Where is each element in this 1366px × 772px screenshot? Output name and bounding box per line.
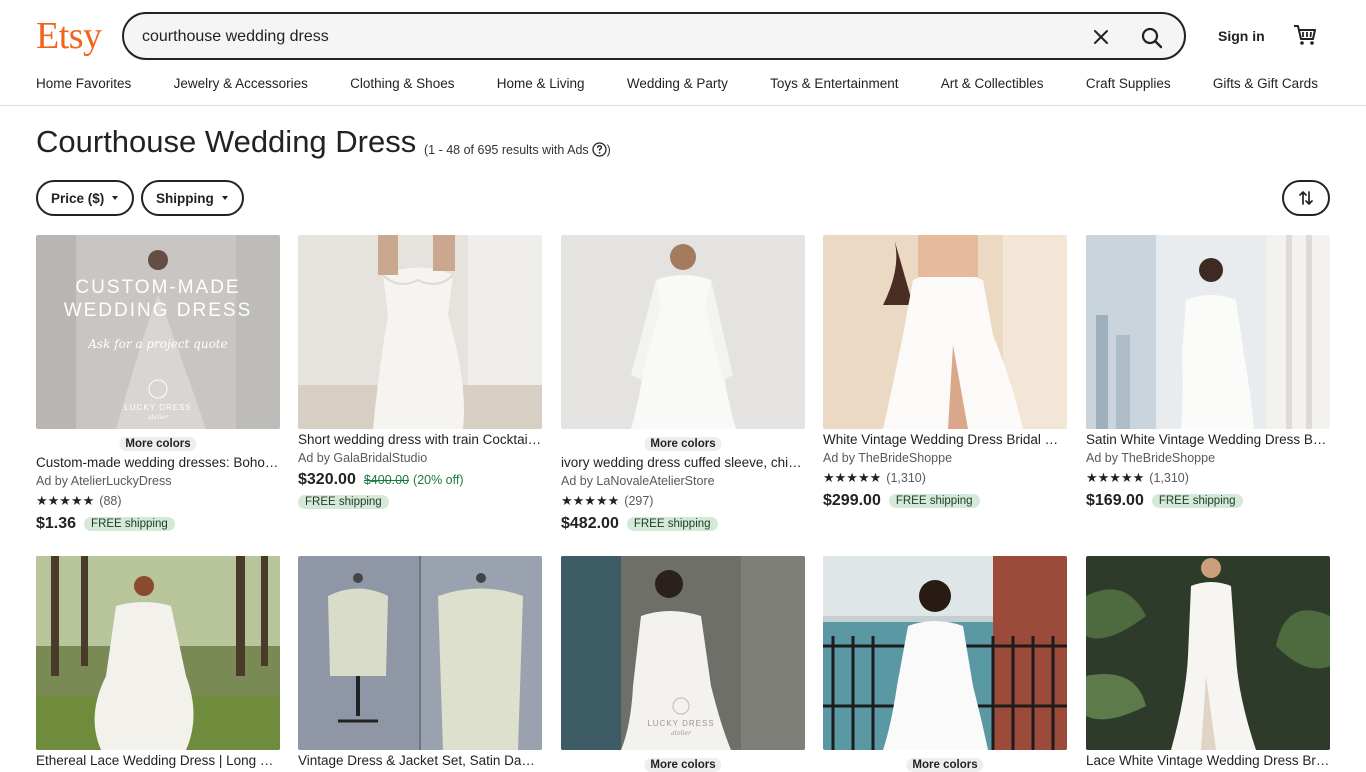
sort-button[interactable] — [1282, 180, 1330, 216]
category-nav: Home Favorites Jewelry & Accessories Clo… — [36, 76, 1318, 91]
overlay-line1: CUSTOM-MADE — [75, 277, 240, 298]
listing-price-row: $1.36 FREE shipping — [36, 515, 175, 533]
listing-price-row: $320.00 $400.00 (20% off) — [298, 471, 472, 489]
listing-image[interactable] — [561, 235, 805, 429]
nav-toys-entertainment[interactable]: Toys & Entertainment — [770, 76, 898, 91]
review-count: (88) — [99, 494, 122, 508]
listing-shop: Ad by TheBrideShoppe — [1086, 451, 1216, 465]
overlay-brand: LUCKY DRESS — [647, 719, 714, 728]
search-input[interactable] — [142, 26, 1042, 48]
listing-image[interactable] — [1086, 235, 1330, 429]
overlay-script: Ask for a project quote — [87, 337, 227, 351]
search-icon[interactable] — [1136, 22, 1168, 54]
results-count: (1 - 48 of 695 results with Ads ) — [424, 142, 611, 157]
review-count: (1,310) — [886, 471, 926, 485]
listing-price: $1.36 — [36, 515, 77, 532]
more-colors-badge: More colors — [644, 437, 722, 451]
nav-art-collectibles[interactable]: Art & Collectibles — [941, 76, 1044, 91]
listing-shop: Ad by AtelierLuckyDress — [36, 474, 172, 488]
listing-title[interactable]: Vintage Dress & Jacket Set, Satin Damask — [298, 753, 542, 768]
nav-craft-supplies[interactable]: Craft Supplies — [1086, 76, 1171, 91]
more-colors-badge: More colors — [906, 758, 984, 772]
listing-image[interactable] — [823, 235, 1067, 429]
price-filter-button[interactable]: Price ($) — [36, 180, 134, 216]
overlay-brand: LUCKY DRESS — [124, 403, 191, 412]
discount-label: (20% off) — [413, 473, 464, 487]
sign-in-link[interactable]: Sign in — [1218, 28, 1265, 44]
listing-title[interactable]: White Vintage Wedding Dress Bridal Gown — [823, 432, 1067, 447]
nav-home-favorites[interactable]: Home Favorites — [36, 76, 131, 91]
listing-price: $320.00 — [298, 471, 356, 488]
listing-price: $299.00 — [823, 492, 881, 509]
listing-price-row: $299.00 FREE shipping — [823, 492, 980, 510]
nav-jewelry-accessories[interactable]: Jewelry & Accessories — [174, 76, 308, 91]
listing-rating: ★★★★★ (1,310) — [1086, 470, 1189, 486]
listing-image[interactable] — [298, 235, 542, 429]
listing-shop: Ad by GalaBridalStudio — [298, 451, 428, 465]
shipping-filter-button[interactable]: Shipping — [141, 180, 244, 216]
overlay-line2: WEDDING DRESS — [64, 300, 253, 321]
cart-icon[interactable] — [1292, 22, 1320, 50]
free-shipping-badge: FREE shipping — [84, 517, 175, 531]
listing-title[interactable]: Ethereal Lace Wedding Dress | Long Lace — [36, 753, 280, 768]
listing-image[interactable]: LUCKY DRESS atelier — [561, 556, 805, 750]
price-filter-label: Price ($) — [51, 190, 105, 206]
review-count: (1,310) — [1149, 471, 1189, 485]
listing-price-row: $169.00 FREE shipping — [1086, 492, 1243, 510]
nav-clothing-shoes[interactable]: Clothing & Shoes — [350, 76, 454, 91]
page-title: Courthouse Wedding Dress — [36, 124, 417, 159]
listing-image[interactable] — [823, 556, 1067, 750]
listing-title[interactable]: Short wedding dress with train Cocktail … — [298, 432, 542, 447]
star-rating-icon: ★★★★★ — [36, 493, 95, 508]
chevron-down-icon — [112, 196, 119, 200]
free-shipping-badge: FREE shipping — [298, 495, 389, 509]
listing-rating: ★★★★★ (88) — [36, 493, 122, 509]
listing-image[interactable]: CUSTOM-MADE WEDDING DRESS Ask for a proj… — [36, 235, 280, 429]
listing-price: $169.00 — [1086, 492, 1144, 509]
nav-home-living[interactable]: Home & Living — [497, 76, 585, 91]
original-price: $400.00 — [363, 473, 410, 487]
free-shipping-badge: FREE shipping — [1151, 494, 1243, 508]
listing-shipping-row: FREE shipping — [298, 495, 389, 509]
listing-shop: Ad by LaNovaleAtelierStore — [561, 474, 715, 488]
free-shipping-badge: FREE shipping — [888, 494, 980, 508]
listing-price: $482.00 — [561, 515, 619, 532]
clear-search-icon[interactable] — [1090, 26, 1112, 48]
listing-price-row: $482.00 FREE shipping — [561, 515, 718, 533]
listing-rating: ★★★★★ (297) — [561, 493, 653, 509]
shipping-filter-label: Shipping — [156, 190, 214, 206]
listing-title[interactable]: Lace White Vintage Wedding Dress Bridal — [1086, 753, 1330, 768]
listing-image[interactable] — [1086, 556, 1330, 750]
nav-wedding-party[interactable]: Wedding & Party — [627, 76, 728, 91]
sort-icon — [1299, 191, 1313, 205]
nav-gifts-gift-cards[interactable]: Gifts & Gift Cards — [1213, 76, 1318, 91]
search-bar — [122, 12, 1186, 60]
listing-image[interactable] — [36, 556, 280, 750]
listing-title[interactable]: Satin White Vintage Wedding Dress Boho — [1086, 432, 1330, 447]
star-rating-icon: ★★★★★ — [1086, 470, 1145, 485]
overlay-brand-sub: atelier — [148, 414, 169, 421]
listing-title[interactable]: Custom-made wedding dresses: Boho lace w… — [36, 455, 280, 470]
results-count-text: (1 - 48 of 695 results with Ads — [424, 142, 589, 157]
overlay-brand-sub: atelier — [671, 730, 692, 737]
results-count-close: ) — [606, 142, 611, 157]
listing-image[interactable] — [298, 556, 542, 750]
star-rating-icon: ★★★★★ — [823, 470, 882, 485]
free-shipping-badge: FREE shipping — [626, 517, 718, 531]
star-rating-icon: ★★★★★ — [561, 493, 620, 508]
etsy-logo[interactable]: Etsy — [36, 14, 102, 58]
help-icon[interactable] — [592, 142, 607, 157]
site-header: Etsy Sign in Home Favorites Jewelry & Ac… — [0, 0, 1366, 106]
chevron-down-icon — [221, 196, 228, 200]
listing-title[interactable]: ivory wedding dress cuffed sleeve, chiff… — [561, 455, 805, 470]
listing-rating: ★★★★★ (1,310) — [823, 470, 926, 486]
review-count: (297) — [624, 494, 654, 508]
more-colors-badge: More colors — [644, 758, 722, 772]
listing-shop: Ad by TheBrideShoppe — [823, 451, 953, 465]
more-colors-badge: More colors — [119, 437, 197, 451]
